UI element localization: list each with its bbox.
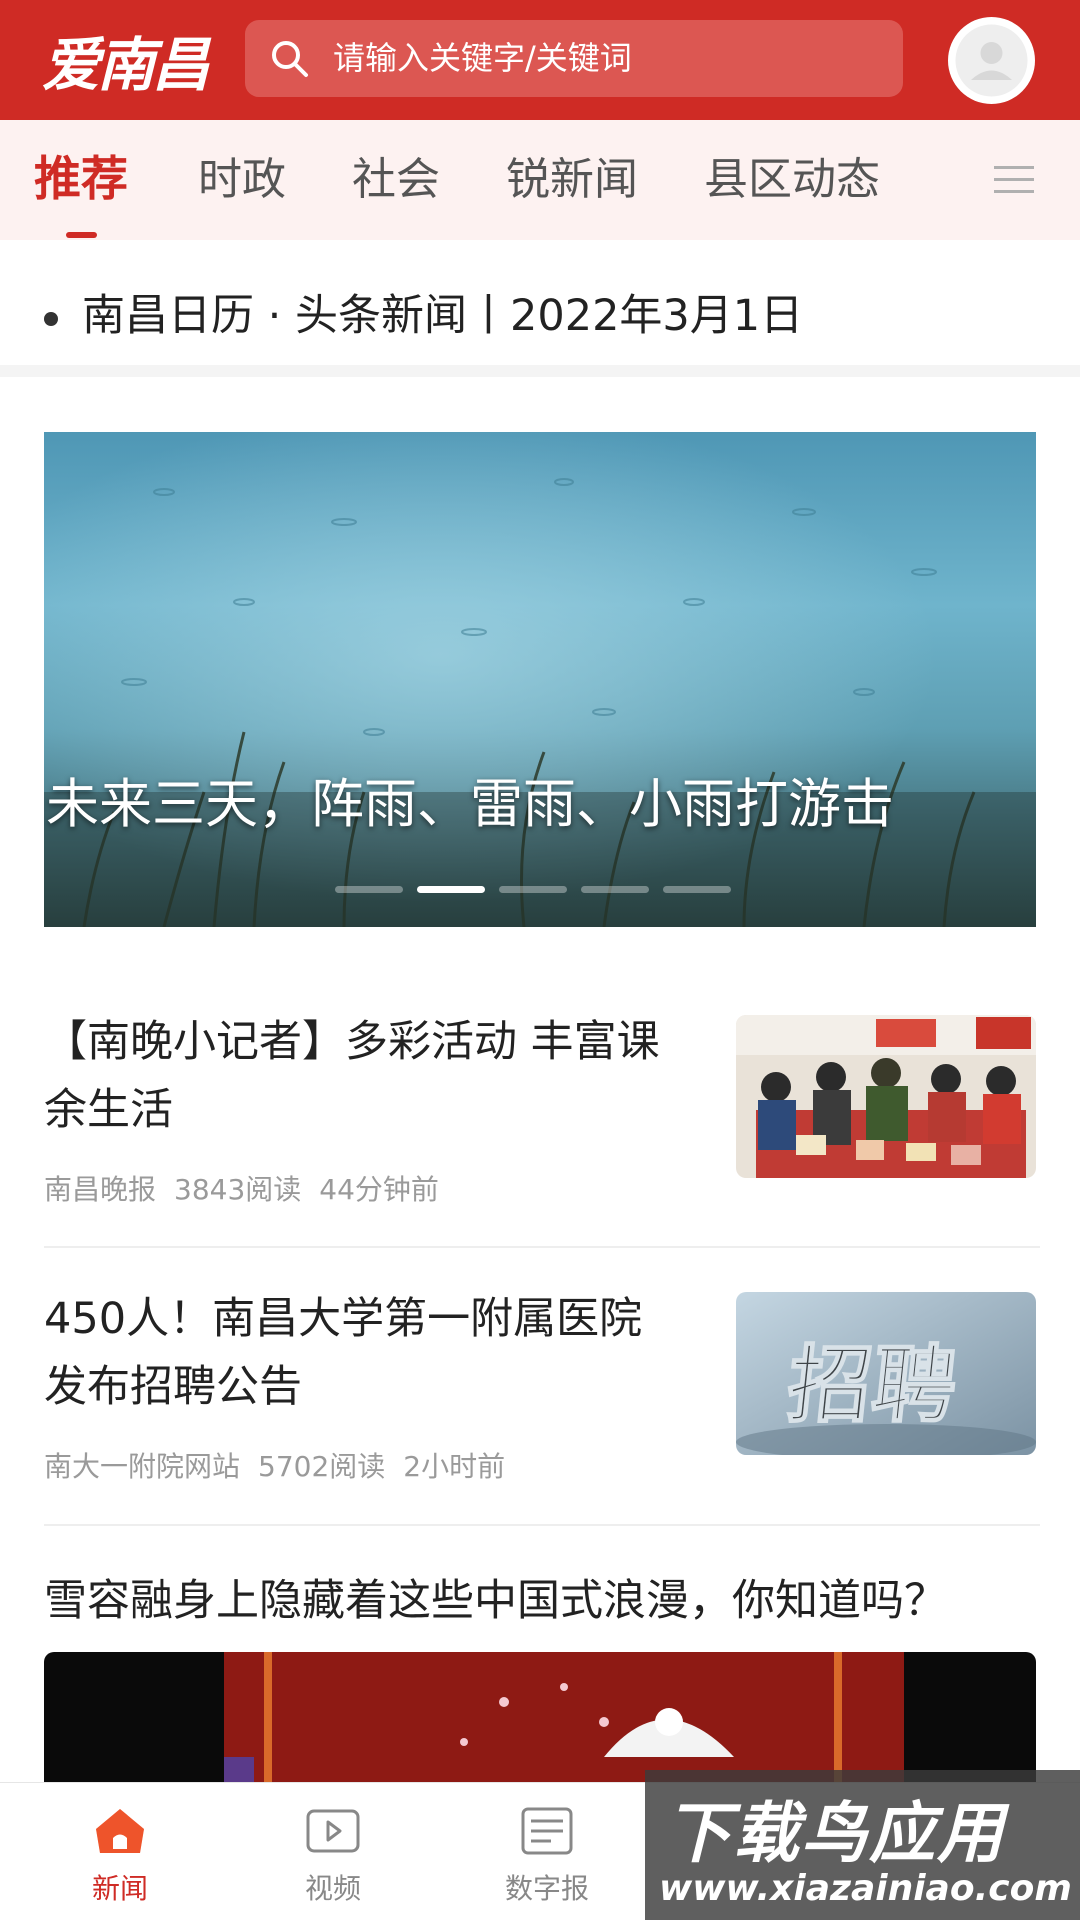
news-time: 2小时前 xyxy=(403,1450,506,1483)
app-logo[interactable]: 爱南昌 xyxy=(42,22,210,99)
carousel-dot xyxy=(335,886,403,893)
tab-politics[interactable]: 时政 xyxy=(198,120,286,240)
tab-recommend[interactable]: 推荐 xyxy=(34,120,128,240)
carousel-dot-active xyxy=(417,886,485,893)
tab-society[interactable]: 社会 xyxy=(352,120,440,240)
home-icon xyxy=(96,1809,144,1853)
news-meta: 南大一附院网站 5702阅读 2小时前 xyxy=(44,1445,523,1485)
watermark-title: 下载鸟应用 xyxy=(665,1795,1005,1872)
search-placeholder: 请输入关键字/关键词 xyxy=(333,39,632,77)
list-divider xyxy=(44,1246,1040,1248)
newspaper-icon xyxy=(521,1807,573,1855)
news-reads: 5702阅读 xyxy=(258,1450,386,1483)
calendar-headline[interactable]: 南昌日历 · 头条新闻丨2022年3月1日 xyxy=(82,280,803,352)
nav-label: 数字报 xyxy=(504,1872,589,1905)
video-preview xyxy=(44,1652,1036,1782)
carousel-indicator xyxy=(335,886,731,894)
banner-title[interactable]: 未来三天，阵雨、雷雨、小雨打游击 xyxy=(46,770,894,840)
bullet-dot xyxy=(44,312,58,326)
section-divider xyxy=(0,365,1080,377)
news-source: 南大一附院网站 xyxy=(44,1450,241,1483)
carousel-dot xyxy=(499,886,567,893)
carousel-dot xyxy=(663,886,731,893)
banner-carousel[interactable] xyxy=(44,432,1036,927)
news-source: 南昌晚报 xyxy=(44,1173,157,1206)
tab-sharp-news[interactable]: 锐新闻 xyxy=(506,120,638,240)
news-title[interactable]: 【南晚小记者】多彩活动 丰富课余生活 xyxy=(44,1008,684,1144)
recruit-thumb-text: 招聘 xyxy=(783,1336,961,1434)
news-meta: 南昌晚报 3843阅读 44分钟前 xyxy=(44,1168,457,1208)
video-article-title[interactable]: 雪容融身上隐藏着这些中国式浪漫，你知道吗？ xyxy=(44,1565,947,1637)
news-title[interactable]: 450人！南昌大学第一附属医院发布招聘公告 xyxy=(44,1285,684,1421)
nav-news[interactable]: 新闻 xyxy=(50,1783,190,1921)
video-icon xyxy=(306,1809,360,1853)
avatar-icon xyxy=(955,24,1028,97)
nav-video[interactable]: 视频 xyxy=(263,1783,403,1921)
news-reads: 3843阅读 xyxy=(174,1173,302,1206)
news-item[interactable]: 【南晚小记者】多彩活动 丰富课余生活 南昌晚报 3843阅读 44分钟前 xyxy=(44,1005,1036,1225)
news-item[interactable]: 450人！南昌大学第一附属医院发布招聘公告 南大一附院网站 5702阅读 2小时前 … xyxy=(44,1282,1036,1502)
search-icon xyxy=(272,41,308,77)
menu-icon[interactable] xyxy=(994,164,1034,196)
watermark-url: www.xiazainiao.com xyxy=(659,1868,1072,1909)
video-thumbnail[interactable] xyxy=(44,1652,1036,1782)
news-time: 44分钟前 xyxy=(319,1173,439,1206)
nav-label: 新闻 xyxy=(91,1872,148,1905)
watermark: 下载鸟应用 www.xiazainiao.com xyxy=(645,1770,1080,1920)
app-header: 爱南昌 请输入关键字/关键词 xyxy=(0,0,1080,120)
carousel-dot xyxy=(581,886,649,893)
news-thumbnail[interactable]: 招聘 xyxy=(736,1292,1036,1455)
category-tabs: 推荐 时政 社会 锐新闻 县区动态 xyxy=(0,120,1080,240)
nav-label: 视频 xyxy=(304,1872,361,1905)
nav-digital-paper[interactable]: 数字报 xyxy=(477,1783,617,1921)
news-photo: 招聘 xyxy=(736,1292,1036,1455)
tab-county-news[interactable]: 县区动态 xyxy=(704,120,880,240)
active-tab-indicator xyxy=(66,232,97,238)
news-photo xyxy=(736,1015,1036,1178)
news-thumbnail[interactable] xyxy=(736,1015,1036,1178)
list-divider xyxy=(44,1524,1040,1526)
search-input[interactable]: 请输入关键字/关键词 xyxy=(245,20,903,97)
user-avatar[interactable] xyxy=(948,17,1035,104)
banner-image xyxy=(44,432,1036,927)
